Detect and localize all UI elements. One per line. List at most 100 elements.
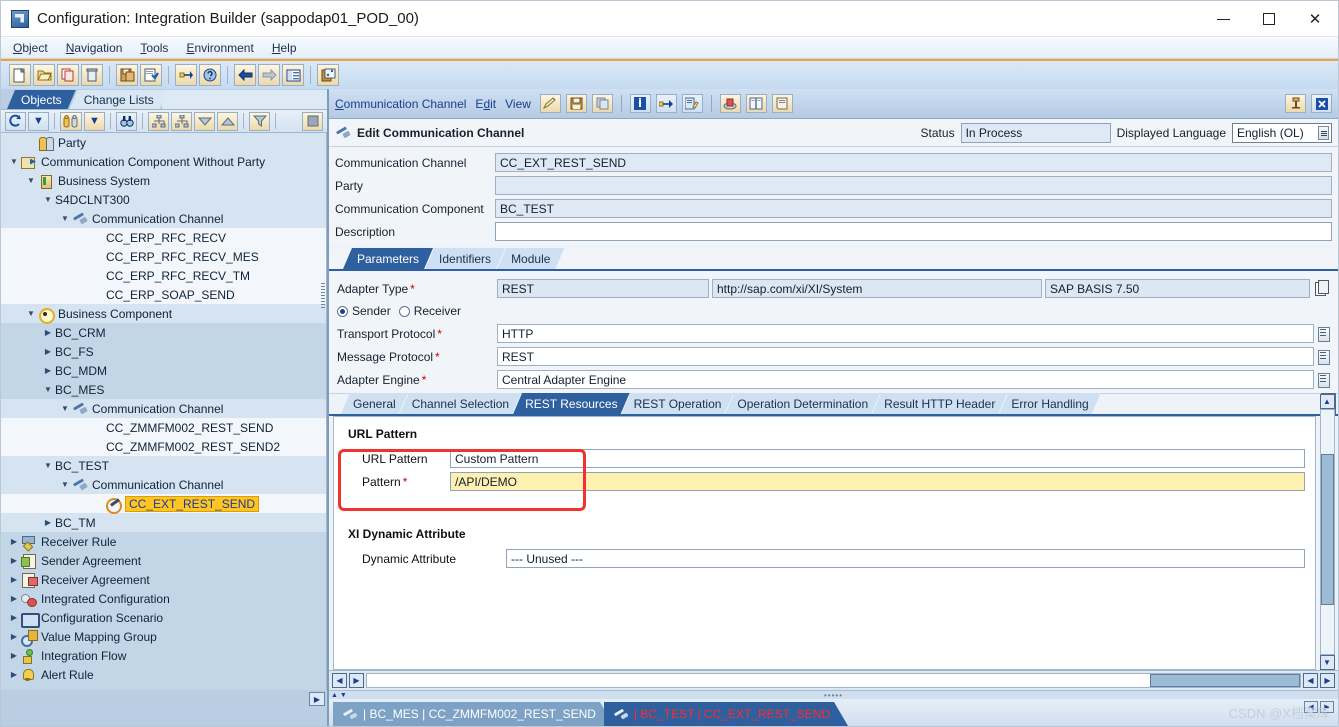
tab-channel-selection[interactable]: Channel Selection	[400, 393, 521, 414]
tree-item-cc-erp-soap-send[interactable]: CC_ERP_SOAP_SEND	[1, 285, 326, 304]
expand-collapse-right-icon[interactable]: ▶	[41, 366, 55, 375]
refresh-dropdown-icon[interactable]: ▼	[28, 111, 49, 131]
expand-collapse-down-icon[interactable]: ▼	[24, 176, 38, 185]
menu-item-view[interactable]: View	[505, 97, 531, 111]
tree-item-business-component[interactable]: ▼ Business Component	[1, 304, 326, 324]
radio-sender-dot[interactable]	[337, 305, 348, 317]
filter-icon[interactable]	[249, 111, 270, 131]
tree-item-receiver-rule[interactable]: ▶ Receiver Rule	[1, 532, 326, 551]
expand-collapse-down-icon[interactable]: ▼	[24, 309, 38, 318]
adapter-engine-value[interactable]: Central Adapter Engine	[497, 370, 1314, 389]
tree-item-communication-channel[interactable]: ▼ Communication Channel	[1, 399, 326, 418]
expand-collapse-right-icon[interactable]: ▶	[7, 632, 21, 641]
tree-item-s4dclnt300[interactable]: ▼ S4DCLNT300	[1, 190, 326, 209]
expand-collapse-down-icon[interactable]: ▼	[58, 480, 72, 489]
collapse-all-icon[interactable]	[171, 111, 192, 131]
tab-rest-operation[interactable]: REST Operation	[622, 393, 734, 414]
where-used-icon[interactable]	[655, 94, 677, 113]
tree-item-communication-component-without-party[interactable]: ▼ Communication Component Without Party	[1, 152, 326, 171]
tree-item-integration-flow[interactable]: ▶ Integration Flow	[1, 646, 326, 665]
info-icon[interactable]	[629, 94, 651, 113]
tree-item-value-mapping-group[interactable]: ▶ Value Mapping Group	[1, 627, 326, 647]
expand-collapse-right-icon[interactable]: ▶	[7, 670, 21, 679]
tree-item-receiver-agreement[interactable]: ▶ Receiver Agreement	[1, 570, 326, 589]
expand-collapse-right-icon[interactable]: ▶	[41, 518, 55, 527]
adapter-type-browse-icon[interactable]	[1314, 279, 1330, 298]
tab-change-lists[interactable]: Change Lists	[70, 90, 168, 109]
content-vertical-scrollbar[interactable]: ▲ ▼	[1319, 394, 1335, 670]
content-horizontal-scrollbar[interactable]: ◀ ▶ ◀ ▶	[329, 670, 1338, 690]
expand-collapse-down-icon[interactable]: ▼	[41, 195, 55, 204]
forward-arrow-icon[interactable]	[258, 64, 280, 86]
expand-collapse-down-icon[interactable]: ▼	[41, 461, 55, 470]
save-icon[interactable]	[565, 94, 587, 113]
refresh-icon[interactable]	[5, 111, 26, 131]
copy-icon[interactable]	[591, 94, 613, 113]
object-tree[interactable]: Party ▼ Communication Component Without Pa…	[1, 133, 327, 690]
tab-general[interactable]: General	[341, 393, 408, 414]
tree-scroll-right-button[interactable]: ▶	[309, 692, 325, 706]
tab-error-handling[interactable]: Error Handling	[999, 393, 1100, 414]
find-binoculars-icon[interactable]	[116, 111, 137, 131]
menu-item-tools[interactable]: Tools	[140, 41, 168, 55]
where-used-icon[interactable]	[175, 64, 197, 86]
expand-collapse-right-icon[interactable]: ▶	[7, 594, 21, 603]
save-all-icon[interactable]	[116, 64, 138, 86]
tab-operation-determination[interactable]: Operation Determination	[725, 393, 880, 414]
collapse-up-icon[interactable]	[217, 111, 238, 131]
check-document-icon[interactable]	[140, 64, 162, 86]
help-globe-icon[interactable]	[199, 64, 221, 86]
pin-icon[interactable]	[1285, 94, 1306, 113]
tree-item-bc-fs[interactable]: ▶ BC_FS	[1, 342, 326, 361]
new-icon[interactable]	[9, 64, 31, 86]
hscroll-track[interactable]	[366, 673, 1301, 688]
dynamic-attribute-value[interactable]: --- Unused ---	[506, 549, 1305, 568]
tree-item-cc-zmmfm002-rest-send[interactable]: CC_ZMMFM002_REST_SEND	[1, 418, 326, 437]
settings-card-icon[interactable]	[317, 64, 339, 86]
close-window-icon[interactable]	[1311, 94, 1332, 113]
back-arrow-icon[interactable]	[234, 64, 256, 86]
tree-item-integrated-configuration[interactable]: ▶ Integrated Configuration	[1, 589, 326, 608]
menu-item-environment[interactable]: Environment	[186, 41, 253, 55]
radio-sender[interactable]: Sender	[337, 304, 391, 318]
tree-item-bc-mes[interactable]: ▼ BC_MES	[1, 380, 326, 399]
radio-receiver[interactable]: Receiver	[398, 304, 461, 318]
value-help-icon[interactable]	[1317, 372, 1330, 388]
menu-item-communication-channel[interactable]: Communication Channel	[335, 97, 466, 111]
change-list-icon[interactable]	[681, 94, 703, 113]
party-filter-dropdown-icon[interactable]: ▼	[84, 111, 105, 131]
copy-icon[interactable]	[57, 64, 79, 86]
tab-identifiers[interactable]: Identifiers	[425, 248, 505, 269]
tab-objects[interactable]: Objects	[7, 90, 76, 109]
hscroll-left-page-button[interactable]: ▶	[349, 673, 364, 688]
menu-item-navigation[interactable]: Navigation	[66, 41, 123, 55]
hscroll-prev-button[interactable]: ◀	[1303, 673, 1318, 688]
history-scroll-icon[interactable]	[771, 94, 793, 113]
pane-splitter[interactable]: ▲ ▼ •••••	[329, 690, 1338, 700]
expand-collapse-right-icon[interactable]: ▶	[41, 347, 55, 356]
radio-receiver-dot[interactable]	[398, 305, 410, 317]
language-select[interactable]: English (OL)	[1232, 122, 1332, 143]
expand-collapse-right-icon[interactable]: ▶	[7, 556, 21, 565]
tree-item-configuration-scenario[interactable]: ▶ Configuration Scenario	[1, 608, 326, 628]
menu-item-help[interactable]: Help	[272, 41, 297, 55]
documentation-icon[interactable]	[745, 94, 767, 113]
scroll-down-button[interactable]: ▼	[1319, 655, 1335, 670]
document-tab-cc-zmmfm002-rest-send[interactable]: | BC_MES | CC_ZMMFM002_REST_SEND	[333, 702, 614, 726]
expand-collapse-right-icon[interactable]: ▶	[7, 651, 21, 660]
expand-collapse-right-icon[interactable]: ▶	[41, 328, 55, 337]
menu-item-edit[interactable]: Edit	[475, 97, 496, 111]
expand-collapse-down-icon[interactable]: ▼	[41, 385, 55, 394]
scroll-track[interactable]	[1319, 409, 1335, 655]
stop-square-icon[interactable]	[302, 111, 323, 131]
tree-item-bc-crm[interactable]: ▶ BC_CRM	[1, 323, 326, 342]
tree-item-business-system[interactable]: ▼ Business System	[1, 171, 326, 190]
transport-protocol-value[interactable]: HTTP	[497, 324, 1314, 343]
open-folder-icon[interactable]	[33, 64, 55, 86]
message-protocol-value[interactable]: REST	[497, 347, 1314, 366]
list-view-icon[interactable]	[282, 64, 304, 86]
tab-result-http-header[interactable]: Result HTTP Header	[872, 393, 1007, 414]
expand-collapse-right-icon[interactable]: ▶	[7, 537, 21, 546]
expand-collapse-right-icon[interactable]: ▶	[7, 613, 21, 622]
tree-item-cc-ext-rest-send[interactable]: CC_EXT_REST_SEND	[1, 494, 326, 514]
